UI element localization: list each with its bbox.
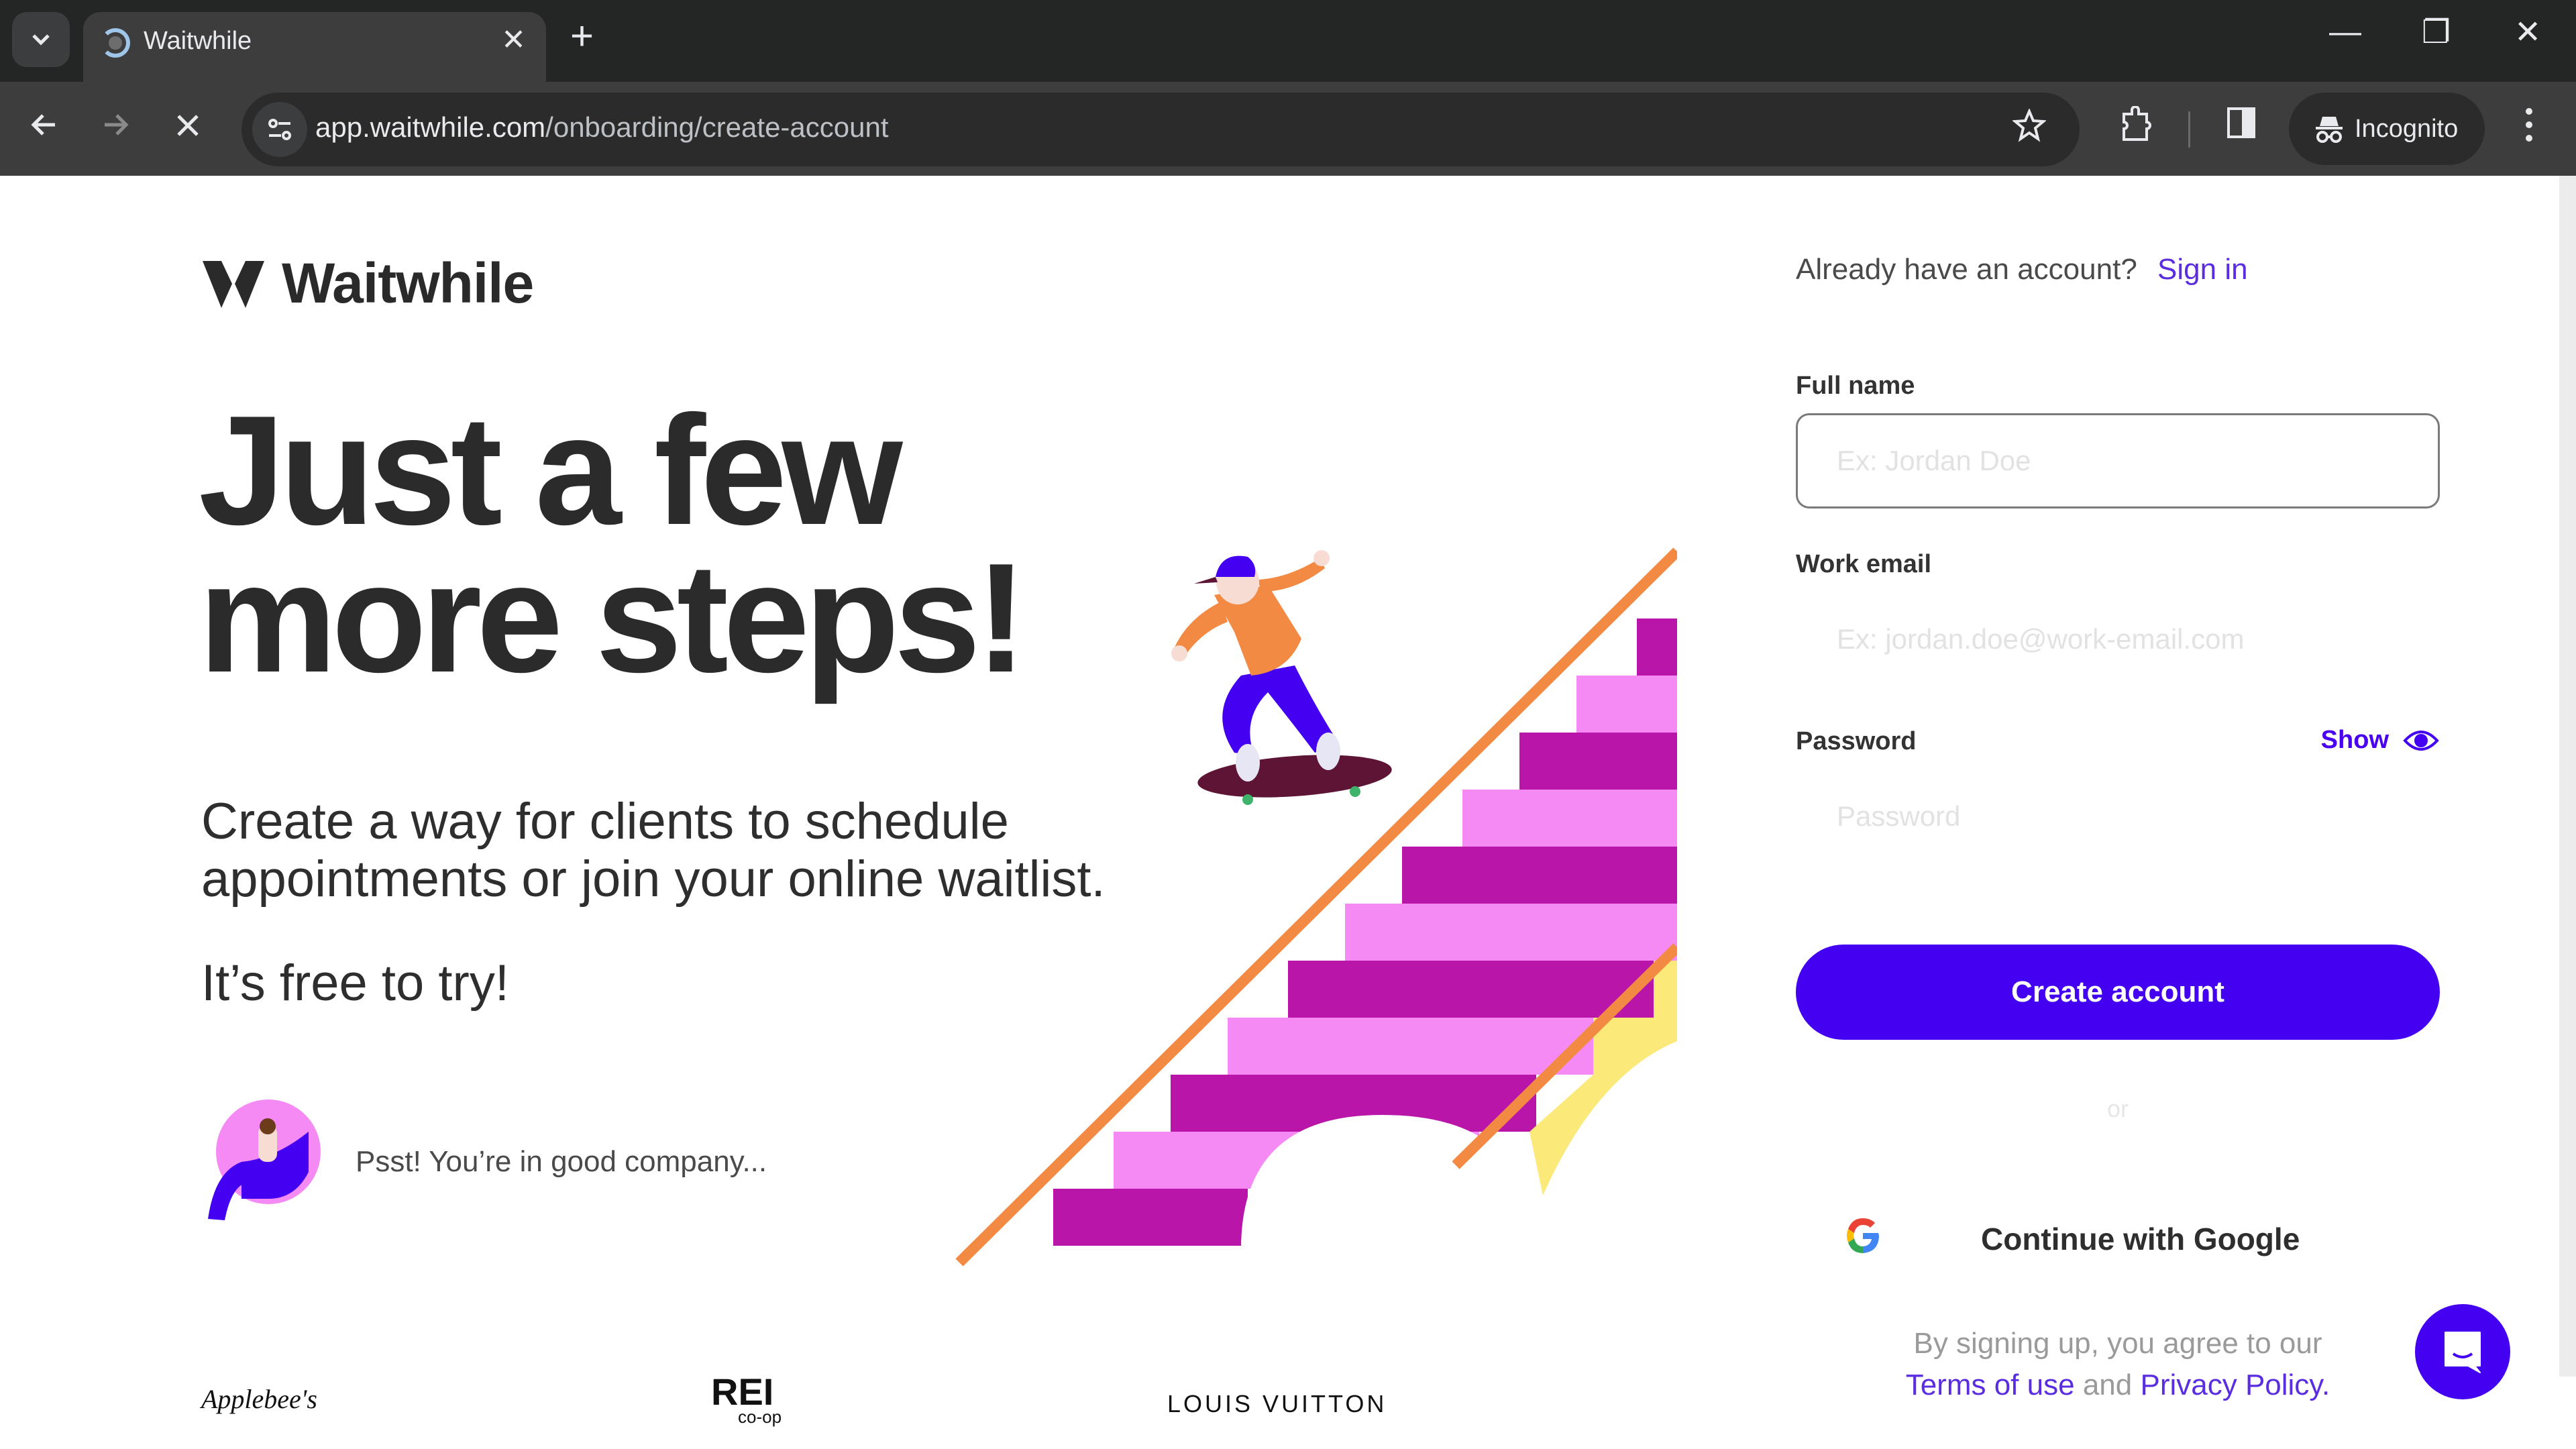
site-info-button[interactable] bbox=[252, 102, 307, 157]
toolbar-divider bbox=[2188, 111, 2190, 148]
show-password-toggle[interactable]: Show bbox=[2321, 726, 2440, 755]
continue-with-google-button[interactable]: Continue with Google bbox=[1796, 1195, 2440, 1276]
arrow-left-icon bbox=[31, 114, 55, 136]
bookmark-button[interactable] bbox=[2011, 107, 2047, 151]
minimize-button[interactable]: — bbox=[2329, 13, 2361, 50]
forward-button[interactable] bbox=[99, 109, 131, 150]
skateboard-stairs-illustration bbox=[953, 538, 1681, 1269]
skater-figure bbox=[1171, 550, 1392, 805]
chat-icon bbox=[2445, 1332, 2481, 1373]
signin-prompt-text: Already have an account? bbox=[1796, 253, 2137, 286]
google-button-label: Continue with Google bbox=[1981, 1222, 2300, 1256]
loading-favicon-icon bbox=[101, 28, 130, 58]
address-bar[interactable]: app.waitwhile.com/onboarding/create-acco… bbox=[241, 93, 2080, 166]
page-scrollbar[interactable] bbox=[2559, 176, 2576, 1377]
waitwhile-logo[interactable]: Waitwhile bbox=[201, 251, 534, 316]
star-icon bbox=[2011, 107, 2047, 142]
headline-line-2: more steps! bbox=[199, 531, 1027, 705]
browser-menu-button[interactable] bbox=[2522, 106, 2536, 152]
close-icon bbox=[177, 115, 199, 136]
url-path: /onboarding/create-account bbox=[545, 111, 889, 143]
arrow-right-icon bbox=[105, 114, 129, 136]
avatar-illustration bbox=[208, 1099, 321, 1220]
signin-prompt: Already have an account? Sign in bbox=[1796, 253, 2248, 286]
chevron-down-icon bbox=[32, 34, 50, 46]
stop-loading-button[interactable] bbox=[173, 109, 203, 149]
show-password-label: Show bbox=[2320, 726, 2389, 754]
puzzle-icon bbox=[2123, 105, 2151, 141]
customer-logos: Applebee's REI co-op LOUIS VUITTON bbox=[201, 1370, 1409, 1444]
side-panel-button[interactable] bbox=[2226, 106, 2257, 148]
legal-and: and bbox=[2082, 1368, 2133, 1401]
browser-tab-active[interactable]: Waitwhile ✕ bbox=[83, 12, 546, 82]
side-panel-icon bbox=[2227, 107, 2255, 138]
password-input[interactable] bbox=[1796, 769, 2440, 864]
terms-of-use-link[interactable]: Terms of use bbox=[1906, 1368, 2075, 1401]
social-proof: Psst! You’re in good company... bbox=[201, 1098, 767, 1226]
sign-in-link[interactable]: Sign in bbox=[2157, 253, 2248, 286]
page-headline: Just a few more steps! bbox=[199, 393, 1027, 696]
close-window-button[interactable]: ✕ bbox=[2514, 13, 2541, 51]
tune-icon bbox=[268, 119, 291, 140]
stairs-illustration-svg bbox=[955, 547, 1681, 1267]
tab-close-button[interactable]: ✕ bbox=[501, 23, 526, 57]
privacy-policy-link[interactable]: Privacy Policy. bbox=[2140, 1368, 2330, 1401]
eye-icon bbox=[2403, 730, 2439, 751]
work-email-label: Work email bbox=[1796, 550, 1932, 578]
browser-tab-bar: Waitwhile ✕ + — ❐ ✕ bbox=[0, 0, 2576, 82]
legal-text: By signing up, you agree to our Terms of… bbox=[1796, 1323, 2440, 1406]
restore-button[interactable]: ❐ bbox=[2422, 13, 2451, 51]
incognito-indicator[interactable]: Incognito bbox=[2289, 93, 2485, 165]
or-divider: or bbox=[2106, 1095, 2129, 1122]
browser-toolbar: app.waitwhile.com/onboarding/create-acco… bbox=[0, 82, 2576, 176]
waitwhile-logo-mark-icon bbox=[203, 260, 264, 308]
stairs bbox=[1053, 619, 1677, 1249]
rei-logo: REI co-op bbox=[711, 1370, 782, 1428]
incognito-label: Incognito bbox=[2355, 114, 2459, 143]
work-email-input[interactable] bbox=[1796, 592, 2440, 687]
url-text: app.waitwhile.com/onboarding/create-acco… bbox=[315, 111, 889, 144]
free-trial-text: It’s free to try! bbox=[201, 955, 509, 1012]
password-label: Password bbox=[1796, 727, 1917, 755]
louis-vuitton-logo: LOUIS VUITTON bbox=[1167, 1390, 1387, 1417]
rei-coop-text: co-op bbox=[738, 1407, 782, 1427]
full-name-label: Full name bbox=[1796, 372, 1915, 400]
url-host: app.waitwhile.com bbox=[315, 111, 546, 143]
social-proof-text: Psst! You’re in good company... bbox=[356, 1145, 767, 1178]
back-button[interactable] bbox=[28, 109, 60, 150]
tab-title: Waitwhile bbox=[144, 27, 252, 55]
applebees-logo: Applebee's bbox=[201, 1384, 317, 1414]
incognito-icon bbox=[2316, 117, 2343, 143]
google-icon bbox=[1847, 1218, 1879, 1253]
chat-support-button[interactable] bbox=[2415, 1304, 2510, 1399]
brand-name: Waitwhile bbox=[282, 252, 534, 315]
page-content: Waitwhile Just a few more steps! Create … bbox=[0, 176, 2559, 1449]
new-tab-button[interactable]: + bbox=[570, 16, 594, 56]
create-account-button[interactable]: Create account bbox=[1796, 945, 2440, 1040]
legal-prefix: By signing up, you agree to our bbox=[1913, 1327, 2322, 1360]
extensions-button[interactable] bbox=[2118, 105, 2152, 152]
tab-list-button[interactable] bbox=[12, 12, 70, 67]
full-name-input[interactable] bbox=[1796, 413, 2440, 508]
more-vertical-icon bbox=[2526, 108, 2532, 142]
